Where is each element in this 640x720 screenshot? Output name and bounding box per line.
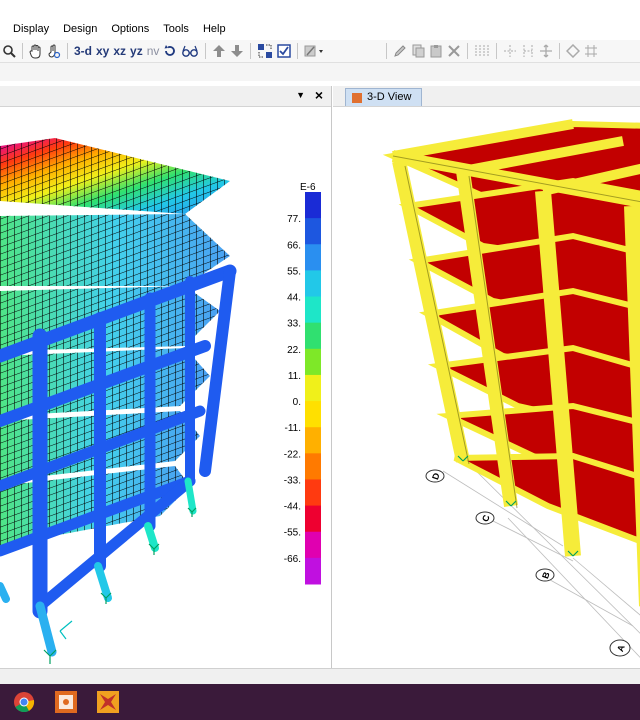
- select-objects-icon[interactable]: [257, 41, 273, 61]
- etabs-icon: [352, 92, 362, 103]
- draw-tools-icon[interactable]: [304, 41, 324, 61]
- pencil-icon[interactable]: [393, 41, 407, 61]
- view-3d-button[interactable]: 3-d: [72, 44, 94, 58]
- toolbar-separator: [496, 43, 498, 59]
- legend-tick-label: 33.: [287, 319, 301, 330]
- legend-swatch: [305, 244, 321, 271]
- left-pane-header: ▼ ×: [0, 86, 331, 107]
- close-pane-button[interactable]: ×: [315, 87, 323, 103]
- legend-tick-label: -11.: [285, 423, 302, 434]
- grid-label-a: A: [609, 639, 631, 657]
- stress-contour-model: E-6 77. 66. 55. 44. 33. 22. 11. 0. -11. -22. -33. -…: [0, 138, 321, 664]
- legend-tick-label: 66.: [287, 240, 301, 251]
- analysis-view-pane[interactable]: E-6 77. 66. 55. 44. 33. 22. 11. 0. -11. -22. -33. -…: [0, 86, 332, 668]
- toolbar-separator: [386, 43, 388, 59]
- toolbar-separator: [205, 43, 207, 59]
- rotate-hand-icon[interactable]: [47, 41, 61, 61]
- legend-swatch: [305, 557, 321, 585]
- tab-label: 3-D View: [367, 91, 412, 103]
- legend-tick-label: 0.: [293, 397, 301, 408]
- toolbar-separator: [67, 43, 68, 59]
- pin-dropdown-icon[interactable]: ▼: [296, 90, 305, 100]
- toolbar-separator: [467, 43, 469, 59]
- move-arrows-icon[interactable]: [539, 41, 553, 61]
- building-3d-model: D C B A: [382, 119, 640, 658]
- copy-icon[interactable]: [411, 41, 425, 61]
- title-strip: [0, 0, 640, 18]
- 3d-view-pane[interactable]: D C B A: [333, 86, 640, 668]
- legend-swatch: [305, 453, 321, 480]
- legend-tick-label: -22.: [284, 449, 301, 460]
- diamond-tool-icon[interactable]: [566, 41, 581, 61]
- etabs-app-icon[interactable]: [96, 690, 120, 714]
- toolbar-separator: [22, 43, 23, 59]
- delete-icon[interactable]: [447, 41, 461, 61]
- perspective-glasses-icon[interactable]: [181, 41, 199, 61]
- tab-3d-view[interactable]: 3-D View: [345, 88, 423, 106]
- menu-help[interactable]: Help: [196, 18, 233, 40]
- menu-options[interactable]: Options: [104, 18, 156, 40]
- contour-legend: E-6 77. 66. 55. 44. 33. 22. 11. 0. -11. -22. -33. -…: [284, 182, 321, 585]
- grid-tool-icon[interactable]: [584, 41, 598, 61]
- legend-tick-label: 11.: [288, 371, 301, 382]
- legend-swatch: [305, 348, 321, 376]
- taskbar: [0, 684, 640, 720]
- right-pane-header: 3-D View: [333, 86, 640, 107]
- legend-swatch: [305, 322, 321, 350]
- legend-tick-label: 22.: [287, 345, 301, 356]
- menu-display[interactable]: Display: [0, 18, 56, 40]
- move-up-icon[interactable]: [212, 41, 226, 61]
- snap-lines-icon[interactable]: [521, 41, 535, 61]
- toolbar-separator: [559, 43, 561, 59]
- legend-tick-label: -44.: [284, 502, 301, 513]
- view-nv-button[interactable]: nv: [145, 44, 162, 58]
- legend-tick-label: 77.: [287, 214, 301, 225]
- paste-icon[interactable]: [429, 41, 443, 61]
- view-xy-button[interactable]: xy: [94, 44, 111, 58]
- legend-tick-label: 55.: [287, 266, 301, 277]
- rotate-view-icon[interactable]: [163, 41, 177, 61]
- view-xz-button[interactable]: xz: [111, 44, 128, 58]
- legend-swatch: [305, 374, 321, 402]
- zoom-out-icon[interactable]: [2, 41, 16, 61]
- align-points-icon[interactable]: [474, 41, 490, 61]
- legend-tick-label: -66.: [284, 554, 301, 565]
- legend-swatch: [305, 218, 321, 245]
- grid-label-b: B: [535, 568, 555, 582]
- legend-swatch: [305, 401, 321, 428]
- pan-hand-icon[interactable]: [29, 41, 43, 61]
- legend-exponent: E-6: [300, 182, 316, 193]
- safe-app-icon[interactable]: [54, 690, 78, 714]
- legend-swatch: [305, 505, 321, 533]
- status-bar: [0, 668, 640, 685]
- legend-swatch: [305, 192, 321, 219]
- legend-swatch: [305, 296, 321, 324]
- toolbar-separator: [297, 43, 299, 59]
- move-down-icon[interactable]: [230, 41, 244, 61]
- legend-swatch: [305, 427, 321, 454]
- chrome-icon[interactable]: [12, 690, 36, 714]
- menu-tools[interactable]: Tools: [156, 18, 196, 40]
- legend-tick-label: 44.: [287, 293, 301, 304]
- view-yz-button[interactable]: yz: [128, 44, 145, 58]
- toolbar-separator: [250, 43, 252, 59]
- menu-bar: Display Design Options Tools Help: [0, 18, 640, 40]
- legend-swatch: [305, 270, 321, 298]
- window-spacer: [0, 63, 640, 81]
- legend-tick-label: -33.: [284, 475, 301, 486]
- menu-design[interactable]: Design: [56, 18, 104, 40]
- snap-points-icon[interactable]: [503, 41, 517, 61]
- grid-label-c: C: [475, 511, 495, 525]
- legend-tick-label: -55.: [284, 528, 301, 539]
- checkbox-icon[interactable]: [277, 41, 292, 61]
- legend-swatch: [305, 531, 321, 559]
- grid-label-d: D: [425, 469, 445, 483]
- toolbar: 3-d xy xz yz nv: [0, 40, 640, 63]
- legend-swatch: [305, 479, 321, 507]
